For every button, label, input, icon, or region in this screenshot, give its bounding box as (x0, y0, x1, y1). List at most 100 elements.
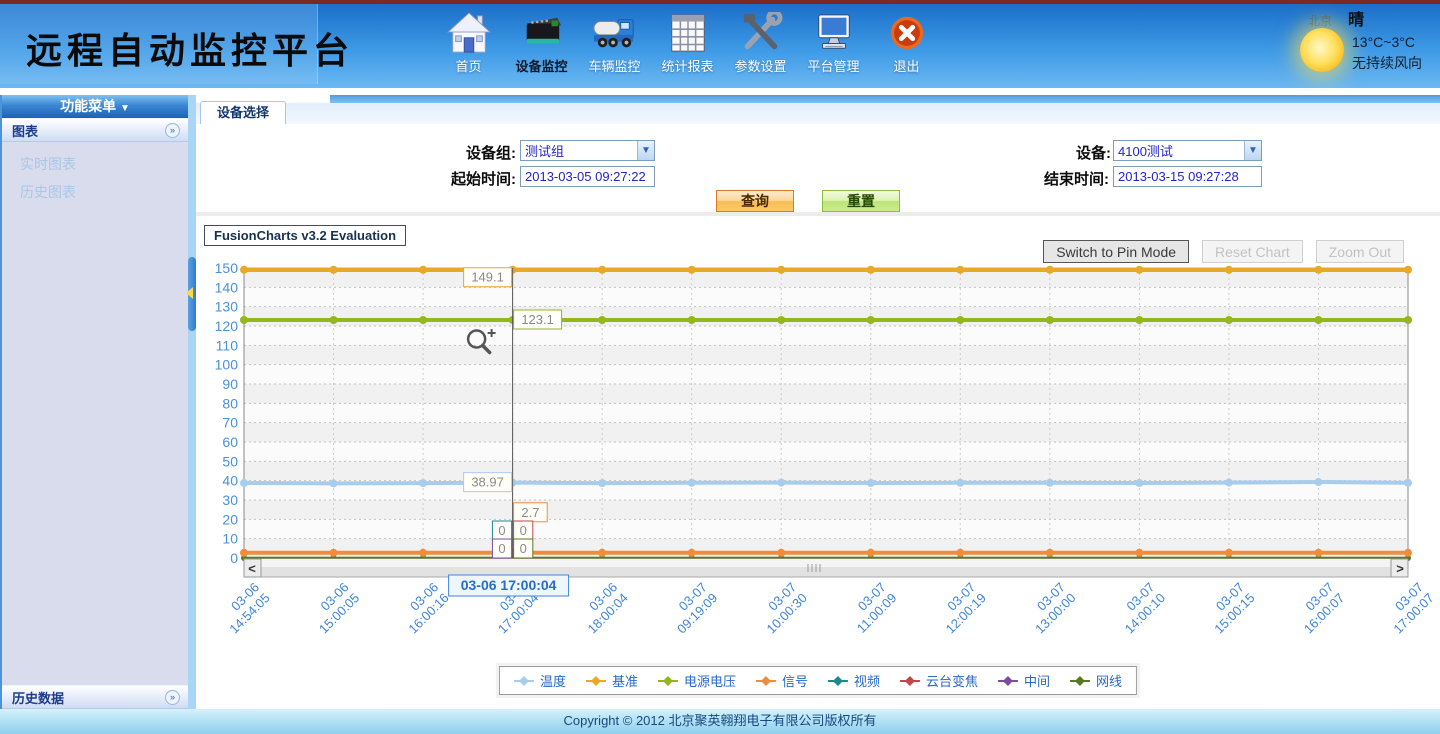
end-time-input[interactable] (1113, 166, 1262, 187)
legend-item-云台变焦[interactable]: 云台变焦 (900, 671, 978, 690)
legend-marker-icon (900, 676, 920, 686)
legend-item-电源电压[interactable]: 电源电压 (658, 671, 736, 690)
svg-text:03-06 17:00:04: 03-06 17:00:04 (461, 577, 557, 593)
svg-text:150: 150 (215, 260, 239, 276)
x-axis-label: 03-0616:00:16 (395, 580, 452, 637)
nav-item-vehicle-monitor[interactable]: 车辆监控 (578, 12, 651, 75)
svg-text:149.1: 149.1 (471, 270, 504, 285)
main-pane: 设备选择 设备组: 测试组 ▼ 设备: 4100测试 ▼ 起始时间: 结束时间:… (196, 95, 1440, 709)
legend-item-温度[interactable]: 温度 (514, 671, 566, 690)
svg-text:50: 50 (222, 453, 238, 469)
legend-label: 基准 (612, 671, 638, 690)
chart-panel: FusionCharts v3.2 Evaluation Switch to P… (196, 212, 1440, 709)
legend-label: 中间 (1024, 671, 1050, 690)
weather-condition: 晴 (1348, 6, 1364, 30)
chevron-double-icon[interactable]: » (165, 690, 180, 705)
svg-text:90: 90 (222, 376, 238, 392)
weather-widget: 北京 晴 13°C~3°C 无持续风向 (1286, 6, 1436, 30)
settings-icon (738, 12, 784, 54)
svg-text:0: 0 (520, 523, 527, 538)
nav-item-platform[interactable]: 平台管理 (797, 12, 870, 75)
vehicle-monitor-icon (592, 12, 638, 54)
x-axis-label: 03-0710:00:30 (753, 580, 810, 637)
nav-label: 首页 (432, 56, 505, 75)
weather-wind: 无持续风向 (1352, 53, 1422, 74)
legend-marker-icon (756, 676, 776, 686)
chevron-double-icon[interactable]: » (165, 123, 180, 138)
section-label: 图表 (12, 121, 38, 140)
x-axis-label: 03-0709:19:09 (663, 580, 720, 637)
svg-text:60: 60 (222, 434, 238, 450)
legend-marker-icon (514, 676, 534, 686)
history-line-chart[interactable]: 0102030405060708090100110120130140150149… (196, 216, 1440, 664)
app-header: 远程自动监控平台 首页 设备监控 (0, 4, 1440, 88)
start-time-input[interactable] (520, 166, 655, 187)
device-select[interactable]: 4100测试 ▼ (1113, 140, 1262, 161)
nav-item-settings[interactable]: 参数设置 (724, 12, 797, 75)
svg-text:80: 80 (222, 395, 238, 411)
nav-item-device-monitor[interactable]: 设备监控 (505, 12, 578, 75)
device-group-value: 测试组 (521, 141, 637, 160)
sidebar-menu-header[interactable]: 功能菜单 ▼ (2, 95, 188, 118)
splitter-collapse-handle[interactable] (188, 257, 196, 331)
sidebar-filler (2, 206, 188, 685)
home-icon (446, 12, 492, 54)
sidebar-splitter[interactable] (188, 95, 196, 709)
svg-text:70: 70 (222, 415, 238, 431)
legend-item-基准[interactable]: 基准 (586, 671, 638, 690)
nav-item-report[interactable]: 统计报表 (651, 12, 724, 75)
reset-button[interactable]: 重置 (822, 190, 900, 212)
sidebar-menu-title: 功能菜单 (60, 98, 116, 114)
chart-scrollbar[interactable]: <> (244, 559, 1408, 577)
sidebar-item-realtime-chart[interactable]: 实时图表 (20, 150, 188, 178)
device-monitor-icon (519, 12, 565, 54)
x-axis-label: 03-0712:00:19 (932, 580, 989, 637)
dropdown-arrow-icon[interactable]: ▼ (637, 141, 654, 160)
legend-item-网线[interactable]: 网线 (1070, 671, 1122, 690)
legend-marker-icon (586, 676, 606, 686)
nav-label: 设备监控 (505, 56, 578, 75)
tabbar-top-line (330, 95, 1440, 103)
header-gap (0, 88, 1440, 95)
tab-bar: 设备选择 (196, 95, 1440, 124)
x-axis-label: 03-0713:00:00 (1022, 580, 1079, 637)
svg-text:10: 10 (222, 531, 238, 547)
device-group-select[interactable]: 测试组 ▼ (520, 140, 655, 161)
tab-device-select[interactable]: 设备选择 (200, 101, 286, 124)
svg-text:100: 100 (215, 357, 239, 373)
legend-marker-icon (1070, 676, 1090, 686)
device-value: 4100测试 (1114, 141, 1244, 160)
x-axis-label: 03-0614:54:05 (216, 580, 273, 637)
nav-item-logout[interactable]: 退出 (870, 12, 943, 75)
x-axis-label: 03-0618:00:04 (574, 580, 631, 637)
report-icon (665, 12, 711, 54)
x-axis-label: 03-0615:00:05 (305, 580, 362, 637)
x-axis-label: 03-0717:00:07 (1380, 580, 1437, 637)
svg-text:110: 110 (216, 337, 239, 353)
section-label: 历史数据 (12, 688, 64, 707)
svg-text:123.1: 123.1 (521, 312, 554, 327)
legend-item-中间[interactable]: 中间 (998, 671, 1050, 690)
sidebar-section-charts[interactable]: 图表 » (2, 118, 188, 142)
svg-text:<: < (248, 561, 256, 576)
svg-text:0: 0 (230, 550, 238, 566)
legend-label: 视频 (854, 671, 880, 690)
app-title: 远程自动监控平台 (26, 22, 354, 74)
sidebar-item-history-chart[interactable]: 历史图表 (20, 178, 188, 206)
sidebar-section-history-data[interactable]: 历史数据 » (2, 685, 188, 709)
zoom-out-button: Zoom Out (1316, 240, 1404, 263)
copyright-text: Copyright © 2012 北京聚英翱翔电子有限公司版权所有 (564, 713, 877, 728)
legend-item-视频[interactable]: 视频 (828, 671, 880, 690)
query-button[interactable]: 查询 (716, 190, 794, 212)
svg-text:0: 0 (498, 541, 505, 556)
legend-item-信号[interactable]: 信号 (756, 671, 808, 690)
svg-text:140: 140 (215, 279, 239, 295)
dropdown-arrow-icon[interactable]: ▼ (1244, 141, 1261, 160)
device-label: 设备: (1033, 142, 1111, 163)
nav-label: 平台管理 (797, 56, 870, 75)
switch-pin-mode-button[interactable]: Switch to Pin Mode (1043, 240, 1189, 263)
svg-text:0: 0 (498, 523, 505, 538)
nav-item-home[interactable]: 首页 (432, 12, 505, 75)
x-axis-label: 03-0711:00:09 (843, 580, 899, 636)
chart-legend: 温度 基准 电源电压 信号 视频 云台变焦 中间 网线 (499, 666, 1137, 695)
